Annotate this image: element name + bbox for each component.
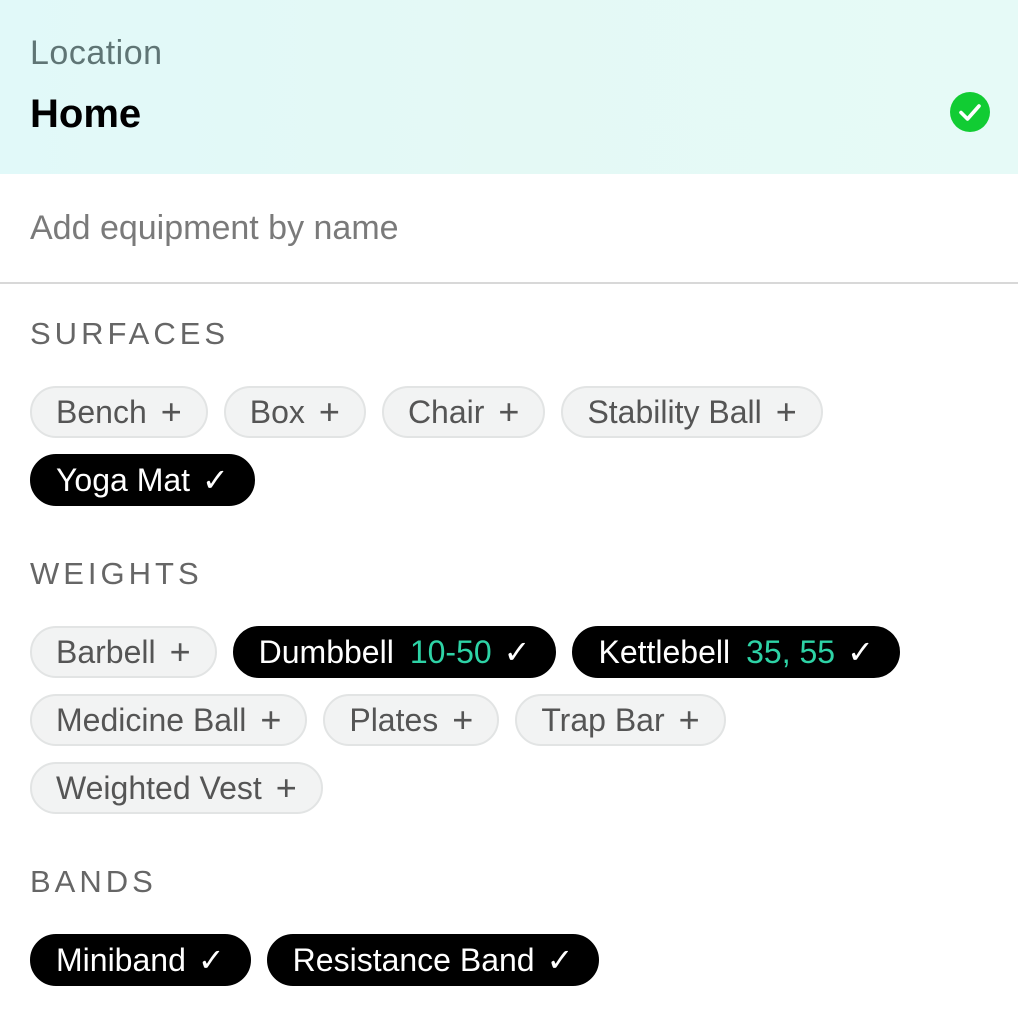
equipment-chip-resistance-band[interactable]: Resistance Band ✓ xyxy=(266,934,600,986)
equipment-chip-kettlebell[interactable]: Kettlebell 35, 55 ✓ xyxy=(572,626,900,678)
chip-quantity: 10-50 xyxy=(409,633,492,670)
equipment-chip-dumbbell[interactable]: Dumbbell 10-50 ✓ xyxy=(232,626,557,678)
chip-label: Plates xyxy=(349,701,439,738)
surfaces-chip-list: Bench + Box + Chair + Stability Ball + Yoga Mat ✓ xyxy=(30,386,990,506)
equipment-chip-plates[interactable]: Plates + xyxy=(323,694,500,746)
chip-label: Medicine Ball xyxy=(56,701,247,738)
plus-icon: + xyxy=(678,699,700,740)
chip-label: Trap Bar xyxy=(541,701,665,738)
chip-quantity: 35, 55 xyxy=(746,633,836,670)
chip-label: Yoga Mat xyxy=(56,461,191,498)
location-header[interactable]: Location Home xyxy=(0,0,1018,174)
chip-label: Miniband xyxy=(56,941,186,978)
chip-label: Box xyxy=(249,393,305,430)
location-label: Location xyxy=(30,34,163,72)
search-bar xyxy=(0,174,1018,284)
section-title-bands: BANDS xyxy=(30,864,157,899)
equipment-search-input[interactable] xyxy=(30,202,970,254)
equipment-chip-bench[interactable]: Bench + xyxy=(30,386,208,438)
equipment-chip-trap-bar[interactable]: Trap Bar + xyxy=(515,694,726,746)
plus-icon: + xyxy=(275,767,297,808)
checkmark-icon: ✓ xyxy=(546,942,574,978)
chip-label: Dumbbell xyxy=(258,633,394,670)
section-title-surfaces: SURFACES xyxy=(30,316,230,351)
equipment-chip-miniband[interactable]: Miniband ✓ xyxy=(30,934,251,986)
chip-label: Bench xyxy=(56,393,147,430)
equipment-chip-stability-ball[interactable]: Stability Ball + xyxy=(561,386,823,438)
chip-label: Chair xyxy=(407,393,485,430)
plus-icon: + xyxy=(318,391,340,432)
plus-icon: + xyxy=(260,699,282,740)
chip-label: Barbell xyxy=(56,633,156,670)
plus-icon: + xyxy=(775,391,797,432)
plus-icon: + xyxy=(169,631,191,672)
section-title-weights: WEIGHTS xyxy=(30,556,203,591)
chip-label: Weighted Vest xyxy=(56,769,262,806)
checkmark-icon: ✓ xyxy=(197,942,225,978)
equipment-chip-medicine-ball[interactable]: Medicine Ball + xyxy=(30,694,308,746)
equipment-chip-yoga-mat[interactable]: Yoga Mat ✓ xyxy=(30,454,255,506)
equipment-chip-barbell[interactable]: Barbell + xyxy=(30,626,217,678)
location-value: Home xyxy=(30,92,142,136)
chip-label: Resistance Band xyxy=(292,941,535,978)
checkmark-icon: ✓ xyxy=(202,462,229,498)
chip-label: Kettlebell xyxy=(598,633,731,670)
plus-icon: + xyxy=(160,391,182,432)
plus-icon: + xyxy=(452,699,474,740)
equipment-chip-chair[interactable]: Chair + xyxy=(381,386,546,438)
check-circle-icon xyxy=(950,92,990,132)
weights-chip-list: Barbell + Dumbbell 10-50 ✓ Kettlebell 35, 55 ✓ M… xyxy=(30,626,990,814)
chip-label: Stability Ball xyxy=(587,393,762,430)
checkmark-icon: ✓ xyxy=(847,634,874,670)
plus-icon: + xyxy=(498,391,520,432)
equipment-chip-box[interactable]: Box + xyxy=(223,386,366,438)
equipment-chip-weighted-vest[interactable]: Weighted Vest + xyxy=(30,762,323,814)
bands-chip-list: Miniband ✓ Resistance Band ✓ xyxy=(30,934,990,986)
checkmark-icon: ✓ xyxy=(503,634,531,670)
